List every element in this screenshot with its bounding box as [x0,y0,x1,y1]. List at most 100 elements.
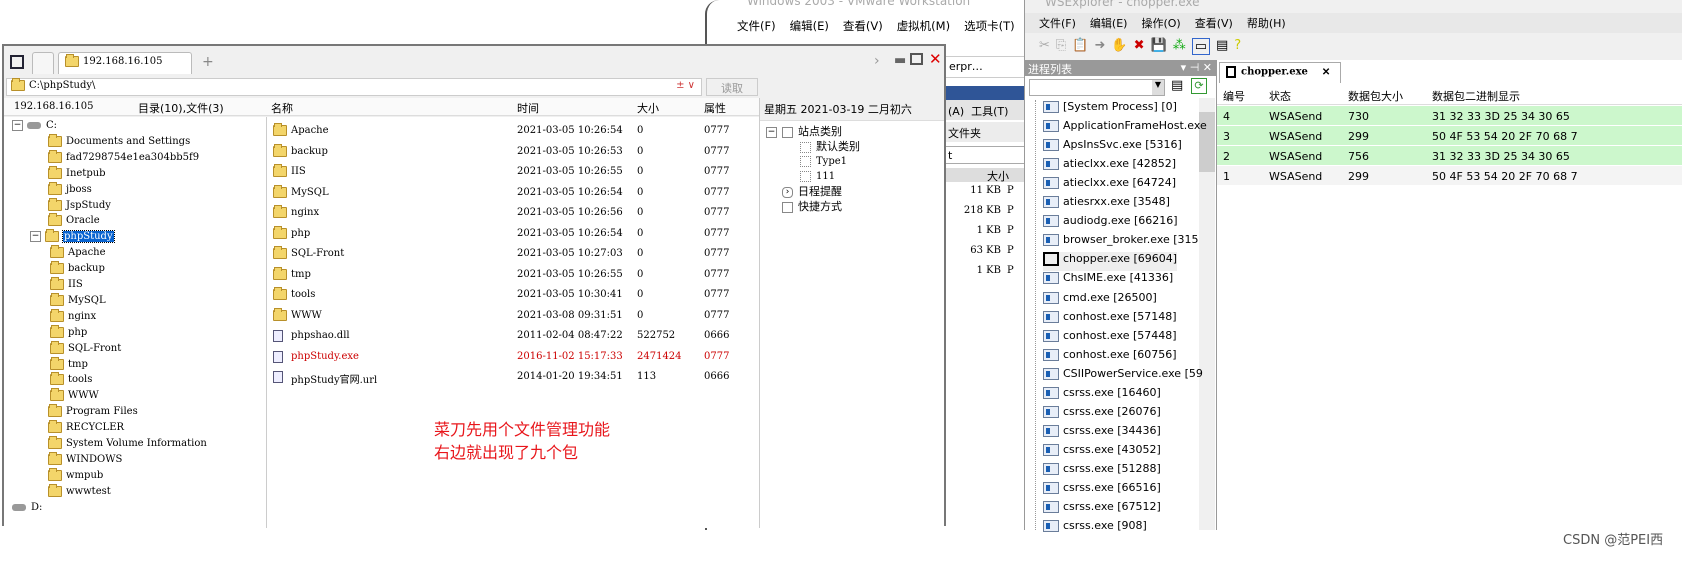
forward-icon[interactable]: ➜ [1095,38,1106,55]
network-icon[interactable]: ⁂ [1173,38,1186,55]
column-hex[interactable]: 数据包二进制显示 [1432,88,1520,104]
file-row[interactable]: nginx 2021-03-05 10:26:56 0 0777 [267,203,759,223]
process-item[interactable]: ApsInsSvc.exe [5316] [1043,138,1182,157]
wse-menu-action[interactable]: 操作(O) [1141,15,1180,31]
tree-item[interactable]: JspStudy [30,197,111,216]
site-category-default[interactable]: 默认类别 [766,139,938,154]
file-row[interactable]: php 2021-03-05 10:26:54 0 0777 [267,224,759,244]
file-row[interactable]: phpshao.dll 2011-02-04 08:47:22 522752 0666 [267,326,759,346]
process-item[interactable]: csrss.exe [67512] [1043,500,1161,519]
vmware-menu-file[interactable]: 文件(F) [737,18,776,34]
file-row[interactable]: WWW 2021-03-08 09:31:51 0 0777 [267,306,759,326]
column-size[interactable]: 大小 [637,100,659,116]
process-filter-combo[interactable]: ▼ [1029,79,1165,96]
file-row[interactable]: IIS 2021-03-05 10:26:55 0 0777 [267,162,759,182]
minimize-icon[interactable]: ▬ [894,53,906,68]
tree-item[interactable]: wwwtest [30,483,111,502]
refresh-icon[interactable]: ⟳ [1191,78,1207,94]
file-row[interactable]: MySQL 2021-03-05 10:26:54 0 0777 [267,183,759,203]
packet-row[interactable]: 1 WSASend 299 50 4F 53 54 20 2F 70 68 7 [1217,166,1682,186]
packet-row[interactable]: 4 WSASend 730 31 32 33 3D 25 34 30 65 [1217,106,1682,126]
wse-menu-file[interactable]: 文件(F) [1039,15,1076,31]
process-item[interactable]: conhost.exe [57148] [1043,310,1177,329]
site-category-type1[interactable]: Type1 [766,154,938,169]
properties-icon[interactable]: ▤ [1216,38,1228,55]
file-row[interactable]: tools 2021-03-05 10:30:41 0 0777 [267,285,759,305]
vmware-tab[interactable]: erpr… [945,56,1025,78]
tree-item[interactable]: RECYCLER [30,420,124,438]
process-item[interactable]: audiodg.exe [66216] [1043,214,1178,233]
file-row[interactable]: Apache 2021-03-05 10:26:54 0 0777 [267,121,759,141]
tree-item[interactable]: Program Files [30,404,138,422]
process-item[interactable]: [System Process] [0] [1043,100,1177,119]
chevron-down-icon[interactable]: ▼ [1152,80,1164,95]
vm-file-row[interactable]: 1 KB P [945,225,1025,236]
file-row[interactable]: SQL-Front 2021-03-05 10:27:03 0 0777 [267,244,759,264]
vm-size-header[interactable]: 大小 [945,168,1025,183]
properties-icon[interactable]: ▤ [1171,78,1183,93]
maximize-icon[interactable] [910,53,923,65]
packet-row[interactable]: 2 WSASend 756 31 32 33 3D 25 34 30 65 [1217,146,1682,166]
vmware-menu-vm[interactable]: 虚拟机(M) [897,18,950,34]
panel-toggle-icon[interactable] [10,55,24,69]
file-row[interactable]: phpStudy官网.url 2014-01-20 19:34:51 113 0666 [267,367,759,387]
save-icon[interactable]: 💾 [1151,38,1167,55]
process-item[interactable]: csrss.exe [16460] [1043,386,1161,405]
shortcut-item[interactable]: 快捷方式 [766,199,938,214]
process-item[interactable]: csrss.exe [66516] [1043,481,1161,500]
process-item[interactable]: conhost.exe [57448] [1043,329,1177,348]
copy-icon[interactable]: ⎘ [1056,38,1066,55]
file-row[interactable]: backup 2021-03-05 10:26:53 0 0777 [267,142,759,162]
wse-menu-edit[interactable]: 编辑(E) [1090,15,1128,31]
cut-icon[interactable]: ✂ [1039,38,1050,55]
dropdown-chevron-icon[interactable]: ± ∨ [676,80,695,91]
blank-tab[interactable] [32,52,54,74]
tree-item[interactable]: Oracle [30,213,100,231]
vm-file-row[interactable]: 1 KB P [945,265,1025,276]
column-attr[interactable]: 属性 [704,100,726,116]
tree-item[interactable]: WINDOWS [30,451,122,470]
column-time[interactable]: 时间 [517,100,539,116]
new-tab-button[interactable]: + [202,54,214,70]
read-button[interactable]: 读取 [706,78,758,96]
wse-menu-view[interactable]: 查看(V) [1195,15,1233,31]
vm-file-row[interactable]: 11 KB P [945,185,1025,196]
help-icon[interactable]: ? [1234,38,1241,55]
process-item[interactable]: conhost.exe [60756] [1043,348,1177,367]
site-category-root[interactable]: − 站点类别 [766,124,938,139]
vmware-menu-edit[interactable]: 编辑(E) [790,18,829,34]
process-item[interactable]: atieclxx.exe [64724] [1043,176,1176,195]
process-item[interactable]: chopper.exe [69604] [1043,252,1178,272]
process-item[interactable]: ApplicationFrameHost.exe [1043,119,1207,138]
chevron-right-icon[interactable]: › [874,53,880,69]
tree-item[interactable]: D: [12,502,42,518]
process-item[interactable]: cmd.exe [26500] [1043,291,1157,310]
file-row[interactable]: tmp 2021-03-05 10:26:55 0 0777 [267,265,759,285]
file-row[interactable]: phpStudy.exe 2016-11-02 15:17:33 2471424 07… [267,347,759,367]
vm-file-row[interactable]: 63 KB P [945,245,1025,256]
column-id[interactable]: 编号 [1223,88,1245,104]
tree-item[interactable]: − phpStudy [30,229,115,247]
process-item[interactable]: csrss.exe [908] [1043,519,1147,538]
vm-file-row[interactable]: 218 KB P [945,205,1025,216]
schedule-item[interactable]: › 日程提醒 [766,184,938,199]
tree-item[interactable]: Inetpub [30,165,106,184]
vm-folders-button[interactable]: 文件夹 [948,127,981,140]
vmware-menu-view[interactable]: 查看(V) [843,18,883,34]
process-item[interactable]: ChsIME.exe [41336] [1043,271,1173,290]
delete-icon[interactable]: ✖ [1134,38,1145,55]
vm-guest-address[interactable]: t [945,146,1025,164]
process-item[interactable]: CSIIPowerService.exe [59 [1043,367,1203,386]
process-item[interactable]: csrss.exe [43052] [1043,443,1161,462]
vmware-menu-tabs[interactable]: 选项卡(T) [964,18,1015,34]
paste-icon[interactable]: 📋 [1072,38,1088,55]
panel-close-icon[interactable]: ▾ ⊣ ✕ [1181,61,1212,74]
tree-item[interactable]: wmpub [30,467,103,486]
site-category-111[interactable]: 111 [766,169,938,184]
tree-item[interactable]: jboss [30,181,92,200]
process-item[interactable]: csrss.exe [26076] [1043,405,1161,424]
process-item[interactable]: csrss.exe [51288] [1043,462,1161,481]
close-icon[interactable]: ✕ [929,50,942,68]
address-bar[interactable]: C:\phpStudy\ ± ∨ [6,78,702,96]
packet-tab[interactable]: chopper.exe ✕ [1219,62,1341,83]
